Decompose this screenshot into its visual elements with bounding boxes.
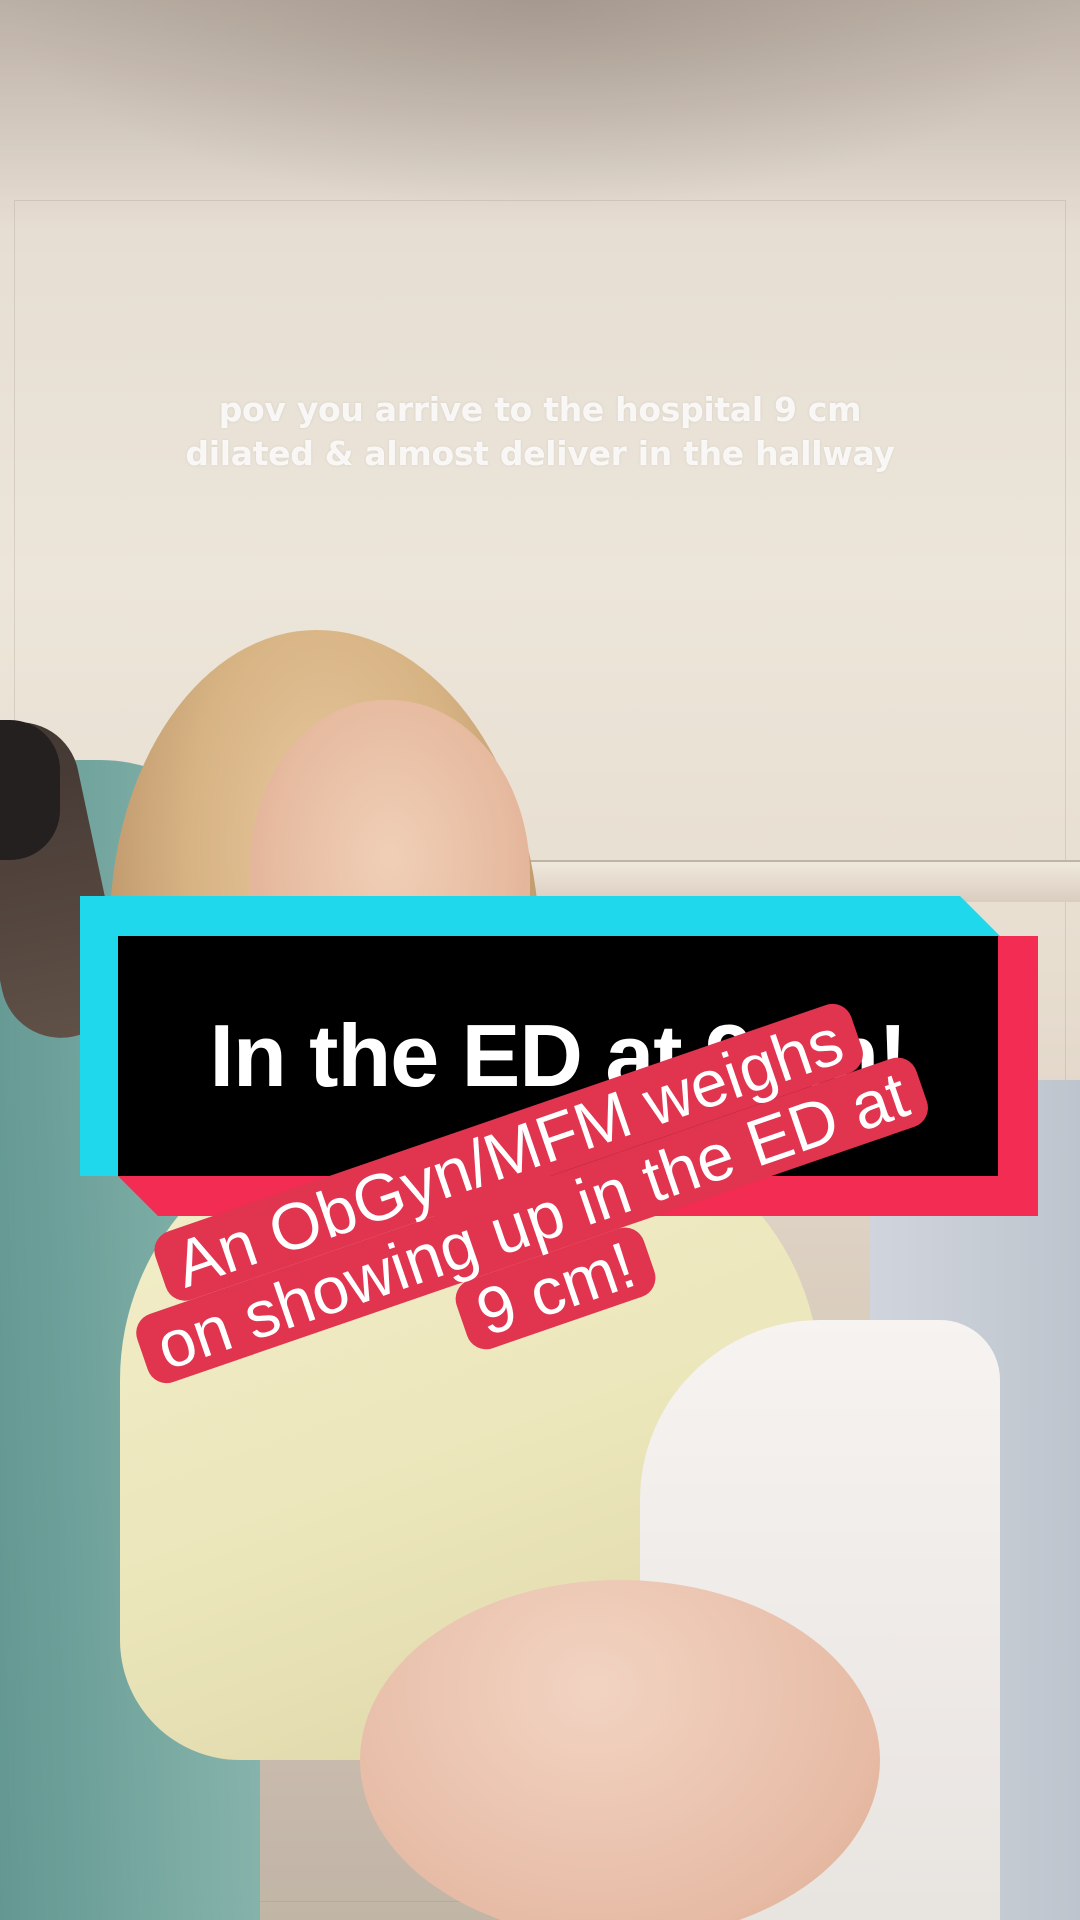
video-frame[interactable]: pov you arrive to the hospital 9 cm dila… [0,0,1080,1920]
pov-caption-line: pov you arrive to the hospital 9 cm [218,390,862,429]
pov-caption: pov you arrive to the hospital 9 cm dila… [140,388,940,476]
pov-caption-line: dilated & almost deliver in the hallway [185,434,895,473]
